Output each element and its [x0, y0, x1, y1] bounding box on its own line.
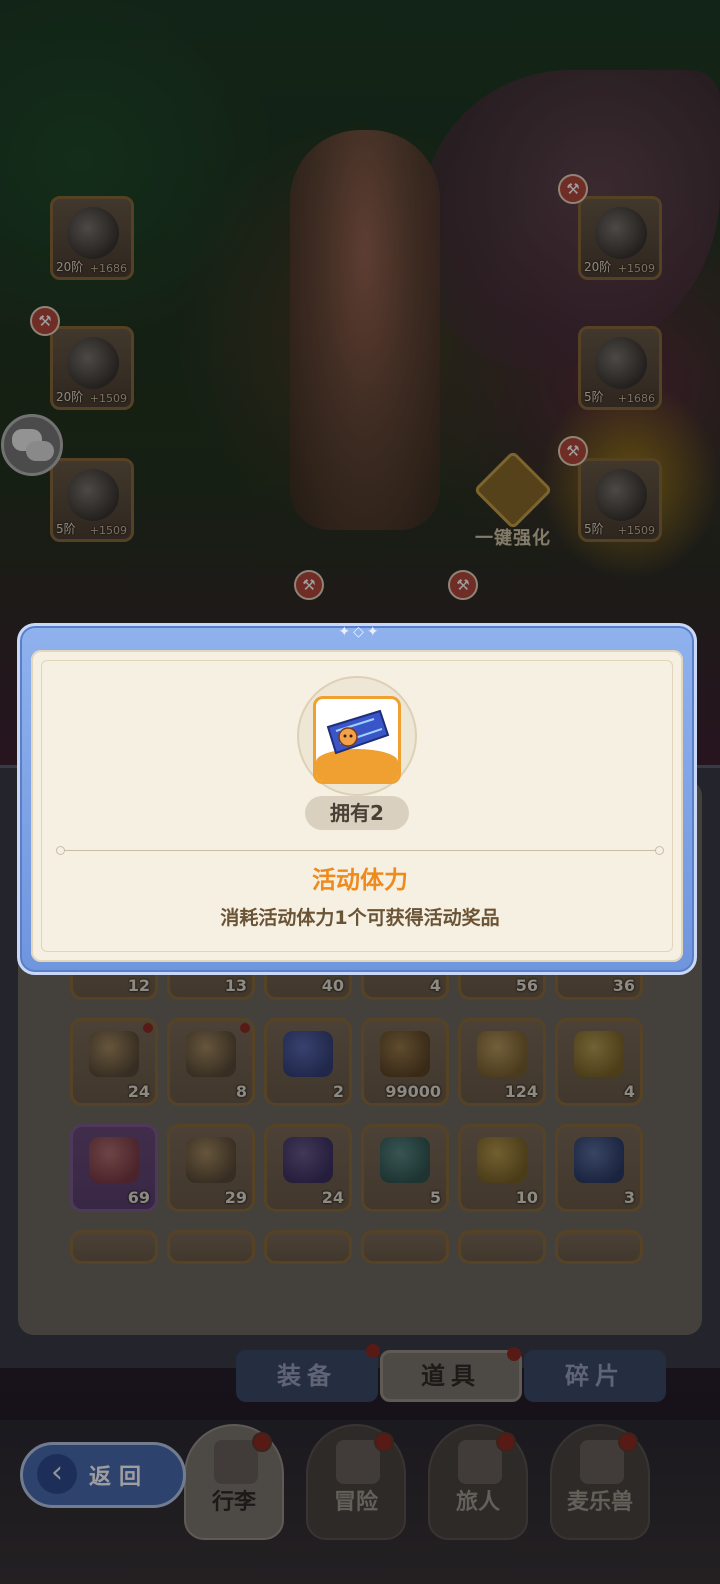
item-description: 消耗活动体力1个可获得活动奖品: [220, 907, 500, 929]
item-name: 活动体力: [312, 866, 408, 894]
owned-count-badge: 拥有2: [305, 796, 409, 830]
stamina-ticket-icon: [313, 696, 401, 784]
modal-divider: [56, 846, 664, 855]
modal-ornament-icon: ✦◇✦: [338, 624, 382, 640]
